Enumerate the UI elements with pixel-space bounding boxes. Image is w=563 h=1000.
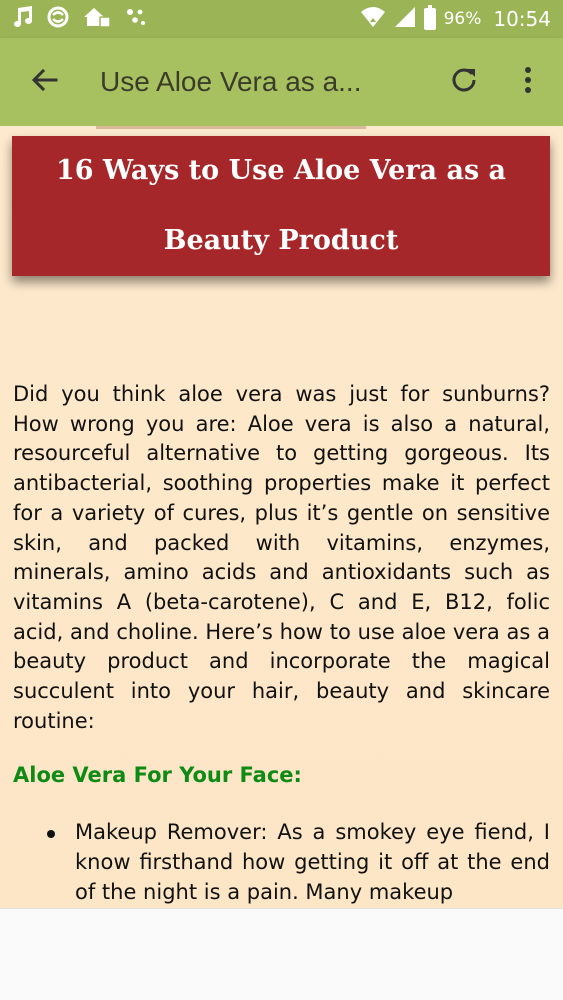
sync-icon: [46, 5, 70, 34]
clock: 10:54: [493, 7, 551, 31]
bottom-ad-area: [0, 908, 563, 1000]
refresh-icon: [450, 66, 478, 98]
list-item: Makeup Remover: As a smokey eye fiend, I…: [13, 818, 550, 907]
wifi-icon: [360, 6, 386, 33]
arrow-back-icon: [30, 66, 58, 98]
back-button[interactable]: [14, 52, 74, 112]
refresh-button[interactable]: [438, 52, 490, 112]
article-heading: 16 Ways to Use Aloe Vera as a Beauty Pro…: [55, 155, 507, 256]
music-note-icon: [12, 5, 34, 34]
vpn-icon: [82, 5, 112, 34]
app-bar: Use Aloe Vera as a...: [0, 38, 563, 126]
battery-percent: 96%: [443, 9, 482, 29]
signal-icon: [394, 6, 416, 33]
section-title: Aloe Vera For Your Face:: [13, 763, 302, 787]
dots-icon: [124, 6, 146, 33]
list-item-text: Makeup Remover: As a smokey eye fiend, I…: [75, 820, 550, 904]
bullet-icon: [47, 830, 55, 838]
more-vertical-icon: [524, 66, 532, 98]
overflow-menu-button[interactable]: [505, 52, 551, 112]
decorative-divider: [96, 126, 366, 129]
bullet-list: Makeup Remover: As a smokey eye fiend, I…: [13, 818, 550, 907]
article-content[interactable]: 16 Ways to Use Aloe Vera as a Beauty Pro…: [0, 126, 563, 908]
battery-icon: [423, 5, 436, 30]
app-title: Use Aloe Vera as a...: [100, 66, 362, 97]
status-bar: 96% 10:54: [0, 0, 563, 38]
article-title-card: 16 Ways to Use Aloe Vera as a Beauty Pro…: [12, 136, 550, 276]
article-intro: Did you think aloe vera was just for sun…: [13, 382, 550, 733]
